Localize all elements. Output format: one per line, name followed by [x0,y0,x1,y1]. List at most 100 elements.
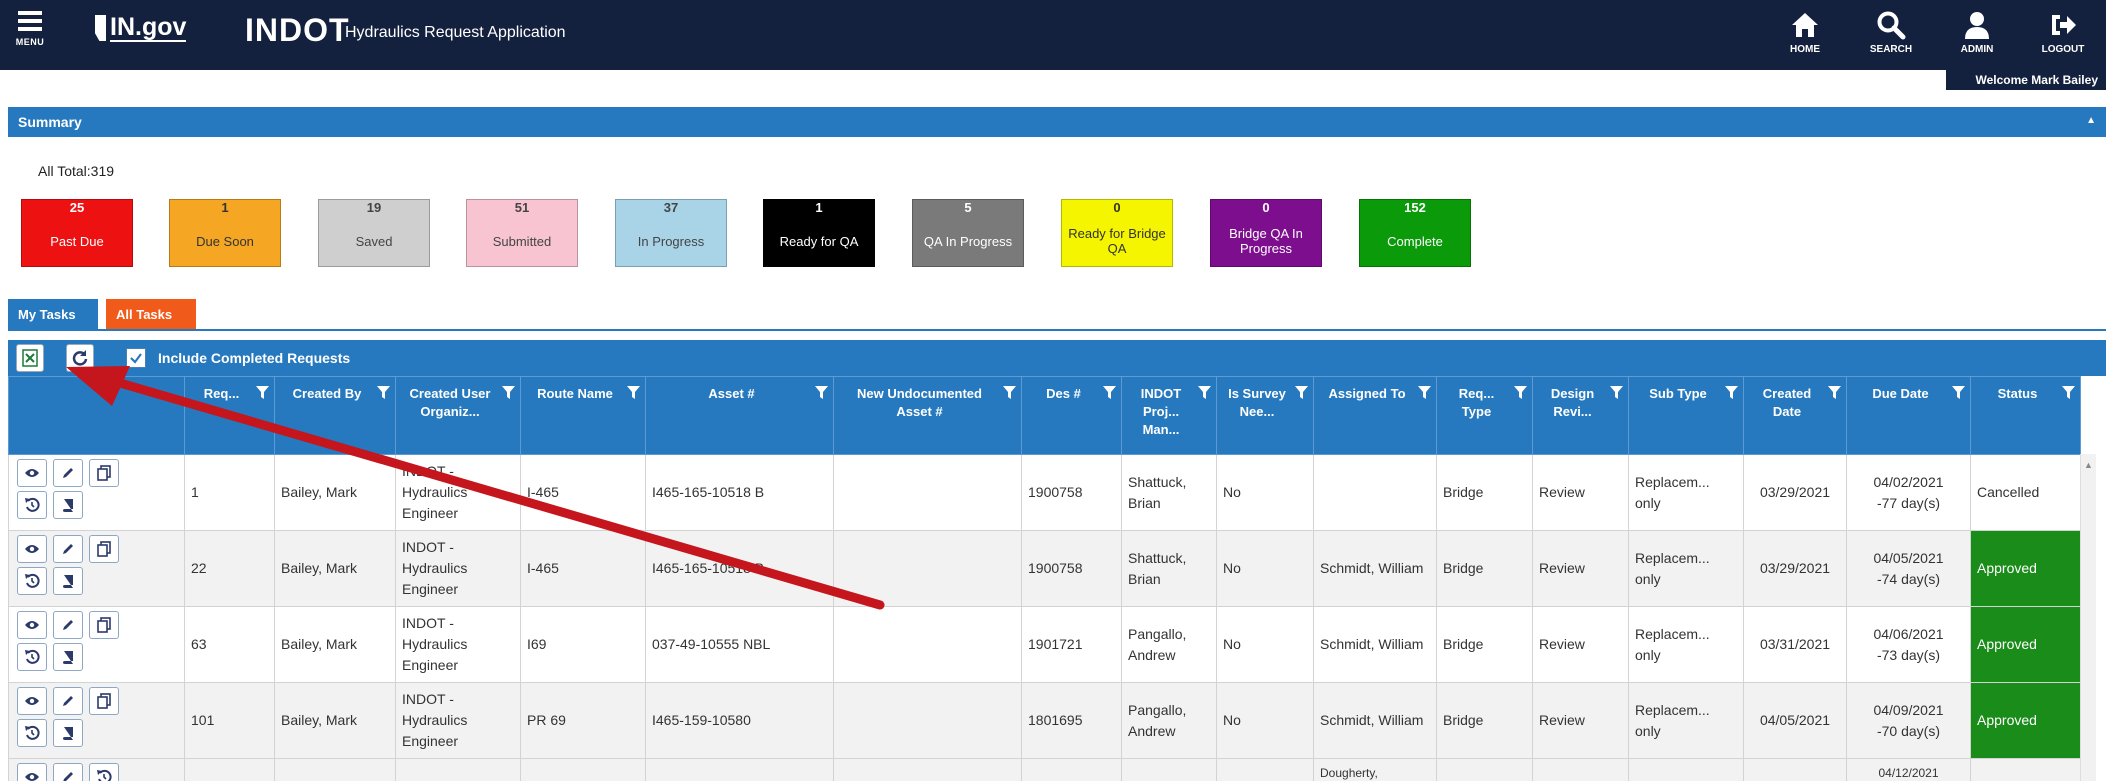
filter-icon[interactable] [815,386,828,399]
search-icon [1877,11,1906,40]
edit-button[interactable] [53,459,83,487]
nav-home[interactable]: HOME [1762,6,1848,55]
menu-button[interactable]: MENU [10,8,50,58]
status-box-submitted[interactable]: 51 Submitted [466,199,578,267]
column-header[interactable]: Created Date [1743,376,1847,455]
ingov-logo[interactable]: IN.gov [95,14,187,42]
table-cell: Bridge [1436,530,1533,607]
edit-button[interactable] [53,687,83,715]
table-row[interactable]: 63 Bailey, Mark INDOT - Hydraulics Enginee… [8,606,2081,683]
history-button[interactable] [17,567,47,595]
column-header[interactable]: Req... [184,376,275,455]
copy-button[interactable] [89,459,119,487]
notes-button[interactable] [53,491,83,519]
tab-label: All Tasks [116,307,173,322]
history-button[interactable] [89,763,119,781]
status-box-past-due[interactable]: 25 Past Due [21,199,133,267]
view-button[interactable] [17,535,47,563]
filter-icon[interactable] [1418,386,1431,399]
filter-icon[interactable] [1828,386,1841,399]
status-box-complete[interactable]: 152 Complete [1359,199,1471,267]
column-header[interactable]: Route Name [520,376,646,455]
filter-icon[interactable] [1003,386,1016,399]
status-cell: Approved [1970,682,2081,759]
tab-my-tasks[interactable]: My Tasks [8,299,98,329]
status-box-label: Submitted [492,233,552,249]
column-header[interactable]: Asset # [645,376,834,455]
copy-button[interactable] [89,687,119,715]
history-button[interactable] [17,719,47,747]
summary-panel-header[interactable]: Summary ▲ [8,107,2106,137]
notes-button[interactable] [53,643,83,671]
filter-icon[interactable] [256,386,269,399]
status-box-saved[interactable]: 19 Saved [318,199,430,267]
filter-icon[interactable] [1952,386,1965,399]
scroll-up-arrow-icon[interactable]: ▲ [2081,460,2096,470]
table-cell: I465-165-10518 B [645,454,834,531]
edit-button[interactable] [53,763,83,781]
notes-button[interactable] [53,567,83,595]
filter-icon[interactable] [1103,386,1116,399]
column-header[interactable]: Is Survey Nee... [1216,376,1314,455]
filter-icon[interactable] [1295,386,1308,399]
table-cell [833,682,1022,759]
history-button[interactable] [17,491,47,519]
table-cell: INDOT - Hydraulics Engineer [395,682,521,759]
created-by-link[interactable]: Bailey, Mark [274,454,396,531]
nav-admin-label: ADMIN [1960,44,1994,55]
view-button[interactable] [17,687,47,715]
edit-button[interactable] [53,611,83,639]
filter-icon[interactable] [2062,386,2075,399]
table-row[interactable]: Dougherty, 04/12/2021 [8,758,2081,781]
edit-button[interactable] [53,535,83,563]
created-by-link[interactable]: Bailey, Mark [274,530,396,607]
include-completed-checkbox[interactable] [126,348,146,368]
status-box-qa-in-progress[interactable]: 5 QA In Progress [912,199,1024,267]
column-header[interactable]: Status [1970,376,2081,455]
filter-icon[interactable] [1725,386,1738,399]
table-row[interactable]: 22 Bailey, Mark INDOT - Hydraulics Enginee… [8,530,2081,607]
copy-button[interactable] [89,611,119,639]
table-cell: Schmidt, William [1313,606,1437,683]
filter-icon[interactable] [1610,386,1623,399]
column-header[interactable]: Des # [1021,376,1122,455]
status-box-bridge-qa-in-progress[interactable]: 0 Bridge QA In Progress [1210,199,1322,267]
table-row[interactable]: 1 Bailey, Mark INDOT - Hydraulics Engineer… [8,454,2081,531]
column-header[interactable]: Assigned To [1313,376,1437,455]
column-header[interactable]: New Undocumented Asset # [833,376,1022,455]
column-header[interactable]: Created By [274,376,396,455]
filter-icon[interactable] [627,386,640,399]
copy-button[interactable] [89,535,119,563]
column-header[interactable]: Req... Type [1436,376,1533,455]
grid-scrollbar[interactable]: ▲ [2080,454,2096,781]
column-header[interactable]: Due Date [1846,376,1971,455]
filter-icon[interactable] [1514,386,1527,399]
nav-admin[interactable]: ADMIN [1934,6,2020,55]
created-by-link[interactable]: Bailey, Mark [274,606,396,683]
column-header[interactable]: Created User Organiz... [395,376,521,455]
column-header[interactable]: Sub Type [1628,376,1744,455]
refresh-button[interactable] [66,344,94,372]
table-cell: Pangallo, Andrew [1121,606,1217,683]
status-box-in-progress[interactable]: 37 In Progress [615,199,727,267]
tab-all-tasks[interactable]: All Tasks [106,299,196,329]
nav-logout[interactable]: LOGOUT [2020,6,2106,55]
view-button[interactable] [17,763,47,781]
filter-icon[interactable] [502,386,515,399]
filter-icon[interactable] [377,386,390,399]
view-button[interactable] [17,611,47,639]
column-header[interactable]: Design Revi... [1532,376,1629,455]
history-button[interactable] [17,643,47,671]
status-box-ready-for-bridge-qa[interactable]: 0 Ready for Bridge QA [1061,199,1173,267]
filter-icon[interactable] [1198,386,1211,399]
created-by-link[interactable]: Bailey, Mark [274,682,396,759]
collapse-caret-icon[interactable]: ▲ [2086,115,2096,126]
status-box-ready-for-qa[interactable]: 1 Ready for QA [763,199,875,267]
status-box-due-soon[interactable]: 1 Due Soon [169,199,281,267]
table-row[interactable]: 101 Bailey, Mark INDOT - Hydraulics Engine… [8,682,2081,759]
view-button[interactable] [17,459,47,487]
notes-button[interactable] [53,719,83,747]
column-header[interactable]: INDOT Proj... Man... [1121,376,1217,455]
nav-search[interactable]: SEARCH [1848,6,1934,55]
export-excel-button[interactable] [16,344,44,372]
